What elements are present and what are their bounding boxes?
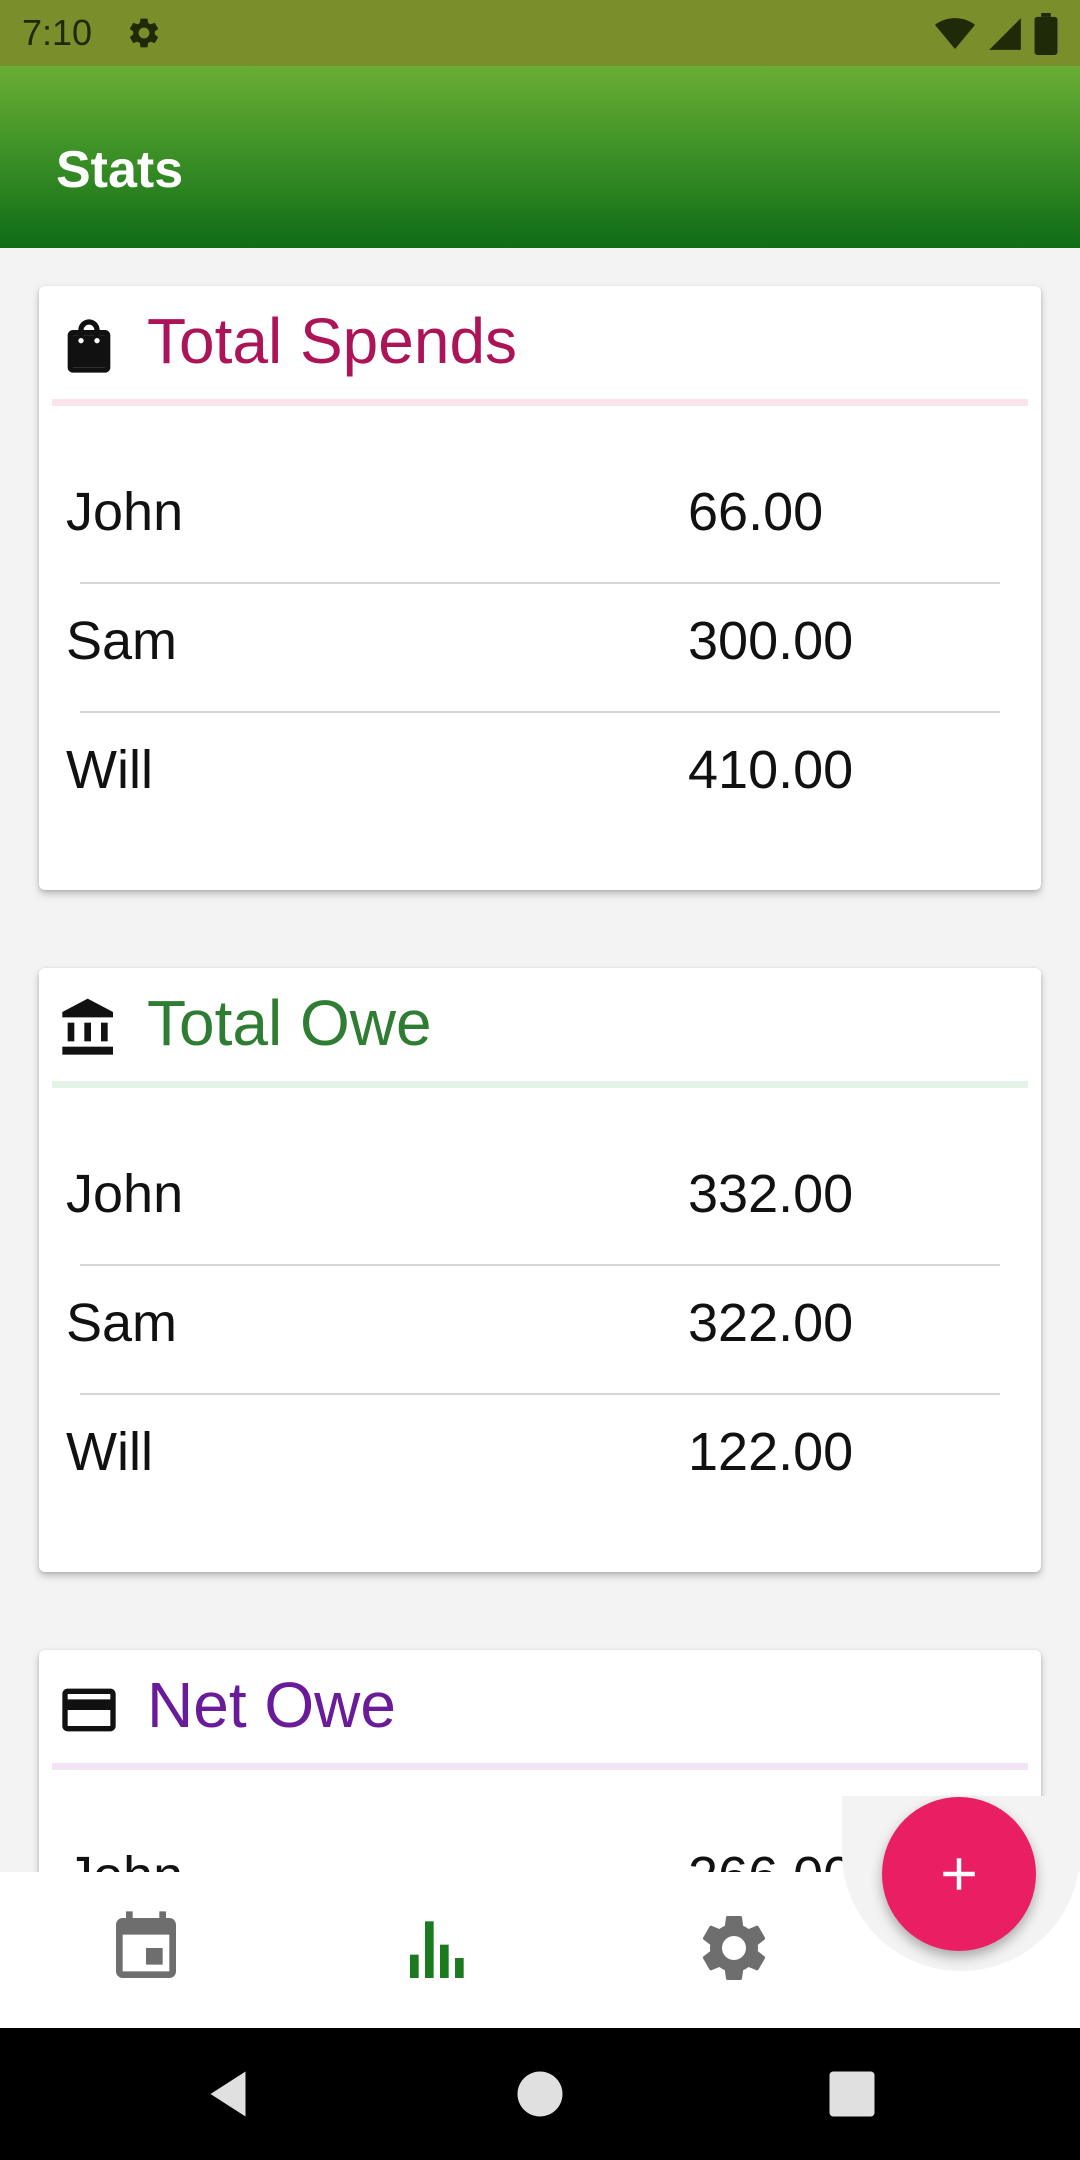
person-name: Sam xyxy=(66,1293,178,1353)
recents-icon[interactable] xyxy=(822,2064,882,2124)
page-title: Stats xyxy=(56,141,184,199)
back-icon[interactable] xyxy=(198,2064,258,2124)
list-item: Sam 322.00 xyxy=(66,1254,1016,1383)
person-name: Sam xyxy=(66,611,178,671)
amount-value: 122.00 xyxy=(688,1422,854,1482)
card-divider xyxy=(52,1763,1028,1770)
settings-icon[interactable] xyxy=(694,1908,774,1988)
card-title: Total Owe xyxy=(147,987,432,1059)
person-name: Will xyxy=(66,740,153,800)
app-bar: Stats xyxy=(0,66,1080,248)
total-spends-card: Total Spends John 66.00 Sam 300.00 Will … xyxy=(39,286,1041,890)
status-icons xyxy=(934,13,1058,55)
list-item: John 332.00 xyxy=(66,1125,1016,1254)
add-button[interactable] xyxy=(882,1797,1036,1951)
list-item: Will 410.00 xyxy=(66,701,1016,830)
bank-icon xyxy=(62,998,113,1055)
credit-card-icon xyxy=(62,1688,116,1732)
calendar-icon[interactable] xyxy=(106,1908,186,1988)
battery-icon xyxy=(1034,13,1058,55)
amount-value: 322.00 xyxy=(688,1293,854,1353)
cellular-signal-icon xyxy=(989,18,1021,50)
card-header: Total Owe xyxy=(39,968,1041,1088)
person-name: John xyxy=(66,1164,184,1224)
amount-value: 300.00 xyxy=(688,611,854,671)
home-icon[interactable] xyxy=(510,2064,570,2124)
card-divider xyxy=(52,1081,1028,1088)
status-time: 7:10 xyxy=(22,12,93,53)
wifi-icon xyxy=(935,18,975,49)
shopping-bag-icon xyxy=(67,319,111,373)
amount-value: 410.00 xyxy=(688,740,854,800)
add-icon xyxy=(943,1858,975,1890)
amount-value: 332.00 xyxy=(688,1164,854,1224)
card-header: Net Owe xyxy=(39,1650,1041,1770)
person-name: John xyxy=(66,482,184,542)
status-bar: 7:10 xyxy=(0,0,1080,66)
bar-chart-icon[interactable] xyxy=(400,1908,480,1988)
list-item: John 66.00 xyxy=(66,443,1016,572)
stats-screen: 7:10 Stats Total Spends John 66.00 Sam 3… xyxy=(0,0,1080,2160)
card-header: Total Spends xyxy=(39,286,1041,406)
card-divider xyxy=(52,399,1028,406)
list-item: Will 122.00 xyxy=(66,1383,1016,1512)
person-name: Will xyxy=(66,1422,153,1482)
system-navigation-bar xyxy=(0,2028,1080,2160)
amount-value: 66.00 xyxy=(688,482,824,542)
settings-notification-icon xyxy=(130,18,159,48)
list-item: Sam 300.00 xyxy=(66,572,1016,701)
card-title: Total Spends xyxy=(147,305,518,377)
total-owe-card: Total Owe John 332.00 Sam 322.00 Will 12… xyxy=(39,968,1041,1572)
card-title: Net Owe xyxy=(147,1669,396,1741)
